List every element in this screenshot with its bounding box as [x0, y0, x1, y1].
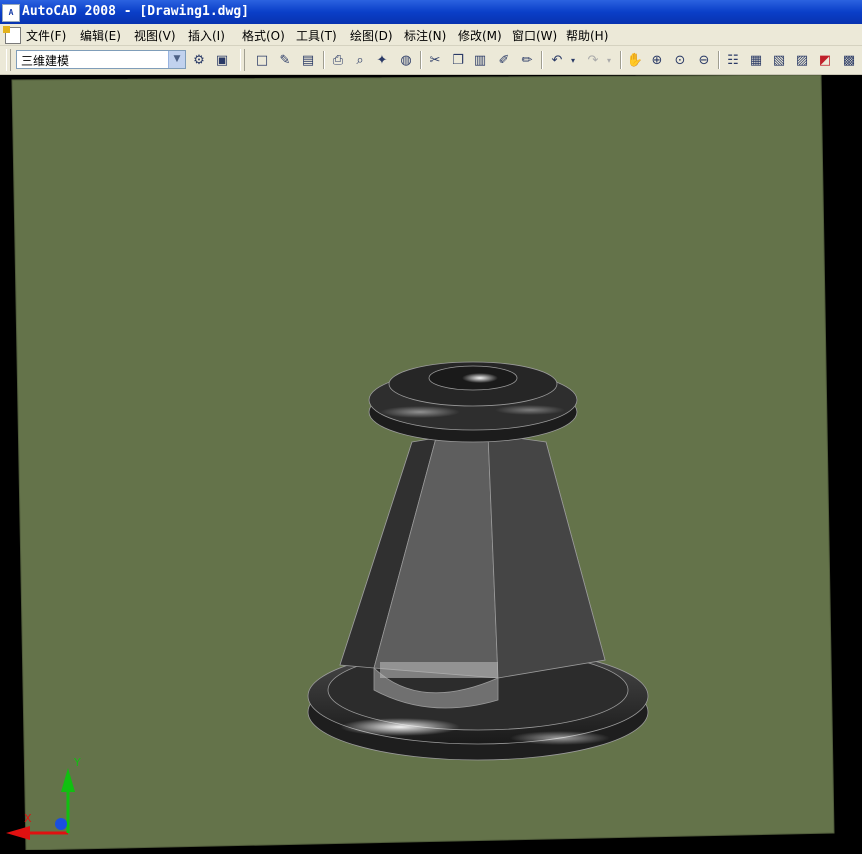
zoom-window-icon[interactable]: ⊙	[670, 50, 690, 70]
publish-icon[interactable]: ✦	[372, 50, 392, 70]
tool-palettes-icon[interactable]: ▧	[769, 50, 789, 70]
menu-view[interactable]: 视图(V)	[134, 27, 176, 44]
plot-icon[interactable]: ⎙	[328, 50, 348, 70]
separator	[323, 51, 325, 69]
title-bar: A AutoCAD 2008 - [Drawing1.dwg]	[0, 0, 862, 24]
menu-dimension[interactable]: 标注(N)	[404, 27, 446, 44]
markup-icon[interactable]: ◩	[815, 50, 835, 70]
match-properties-icon[interactable]: ✐	[494, 50, 514, 70]
undo-icon[interactable]: ↶	[547, 50, 567, 70]
menu-modify[interactable]: 修改(M)	[458, 27, 502, 44]
3d-dwf-icon[interactable]: ◍	[396, 50, 416, 70]
menu-draw[interactable]: 绘图(D)	[350, 27, 393, 44]
copy-icon[interactable]: ❐	[448, 50, 468, 70]
chevron-down-icon[interactable]: ▾	[604, 50, 614, 70]
menu-file[interactable]: 文件(F)	[26, 27, 66, 44]
separator	[718, 51, 720, 69]
menu-help[interactable]: 帮助(H)	[566, 27, 608, 44]
properties-icon[interactable]: ☷	[723, 50, 743, 70]
drawing-viewport[interactable]: X Y	[0, 74, 862, 851]
zoom-previous-icon[interactable]: ⊖	[694, 50, 714, 70]
zoom-realtime-icon[interactable]: ⊕	[647, 50, 667, 70]
ucs-x-label: X	[24, 812, 32, 825]
window-title: AutoCAD 2008 - [Drawing1.dwg]	[22, 4, 249, 19]
paste-icon[interactable]: ▥	[470, 50, 490, 70]
sheet-set-icon[interactable]: ▨	[792, 50, 812, 70]
open-file-icon[interactable]: ✎	[275, 50, 295, 70]
document-icon[interactable]	[3, 26, 21, 44]
cut-icon[interactable]: ✂	[425, 50, 445, 70]
my-workspace-icon[interactable]: ▣	[212, 50, 232, 70]
calculator-icon[interactable]: ▩	[839, 50, 859, 70]
autocad-icon[interactable]: A	[2, 4, 20, 22]
design-center-icon[interactable]: ▦	[746, 50, 766, 70]
redo-icon[interactable]: ↷	[583, 50, 603, 70]
standard-toolbar: 三维建模 ▼ ⚙ ▣ □ ✎ ▤ ⎙ ⌕ ✦ ◍ ✂ ❐ ▥ ✐ ✏ ↶ ▾ ↷…	[0, 46, 862, 75]
ucs-y-label: Y	[73, 756, 81, 769]
chevron-down-icon[interactable]: ▼	[168, 51, 185, 68]
menu-bar: 文件(F) 编辑(E) 视图(V) 插入(I) 格式(O) 工具(T) 绘图(D…	[0, 24, 862, 46]
menu-tools[interactable]: 工具(T)	[296, 27, 337, 44]
workspace-value: 三维建模	[21, 54, 70, 68]
separator	[541, 51, 543, 69]
save-icon[interactable]: ▤	[298, 50, 318, 70]
menu-edit[interactable]: 编辑(E)	[80, 27, 121, 44]
menu-insert[interactable]: 插入(I)	[188, 27, 225, 44]
separator	[420, 51, 422, 69]
workspace-settings-icon[interactable]: ⚙	[189, 50, 209, 70]
chevron-down-icon[interactable]: ▾	[568, 50, 578, 70]
new-file-icon[interactable]: □	[252, 50, 272, 70]
menu-window[interactable]: 窗口(W)	[512, 27, 557, 44]
workspace-dropdown[interactable]: 三维建模 ▼	[16, 50, 186, 69]
separator	[620, 51, 622, 69]
block-editor-icon[interactable]: ✏	[517, 50, 537, 70]
pan-icon[interactable]: ✋	[625, 50, 645, 70]
menu-format[interactable]: 格式(O)	[242, 27, 285, 44]
plot-preview-icon[interactable]: ⌕	[350, 50, 370, 70]
toolbar-grip[interactable]	[6, 49, 11, 71]
toolbar-grip[interactable]	[240, 49, 245, 71]
